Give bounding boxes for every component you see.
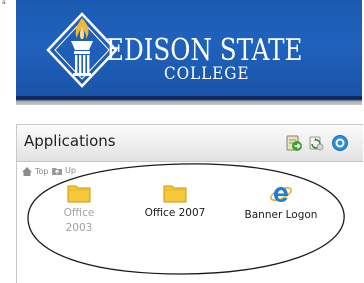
brand-subname: COLLEGE: [164, 64, 250, 84]
portlet-title: Applications: [24, 132, 116, 150]
stray-mark: a: [2, 0, 6, 6]
college-banner: EDISON STATE COLLEGE: [16, 0, 362, 96]
banner-divider: [16, 96, 362, 105]
help-icon[interactable]: [331, 134, 349, 152]
highlight-ellipse: [27, 163, 345, 275]
brand-name: EDISON STATE: [106, 33, 303, 68]
refresh-icon[interactable]: [307, 134, 325, 152]
green-arrow-icon[interactable]: [285, 134, 303, 152]
portlet-header: Applications: [17, 125, 363, 162]
